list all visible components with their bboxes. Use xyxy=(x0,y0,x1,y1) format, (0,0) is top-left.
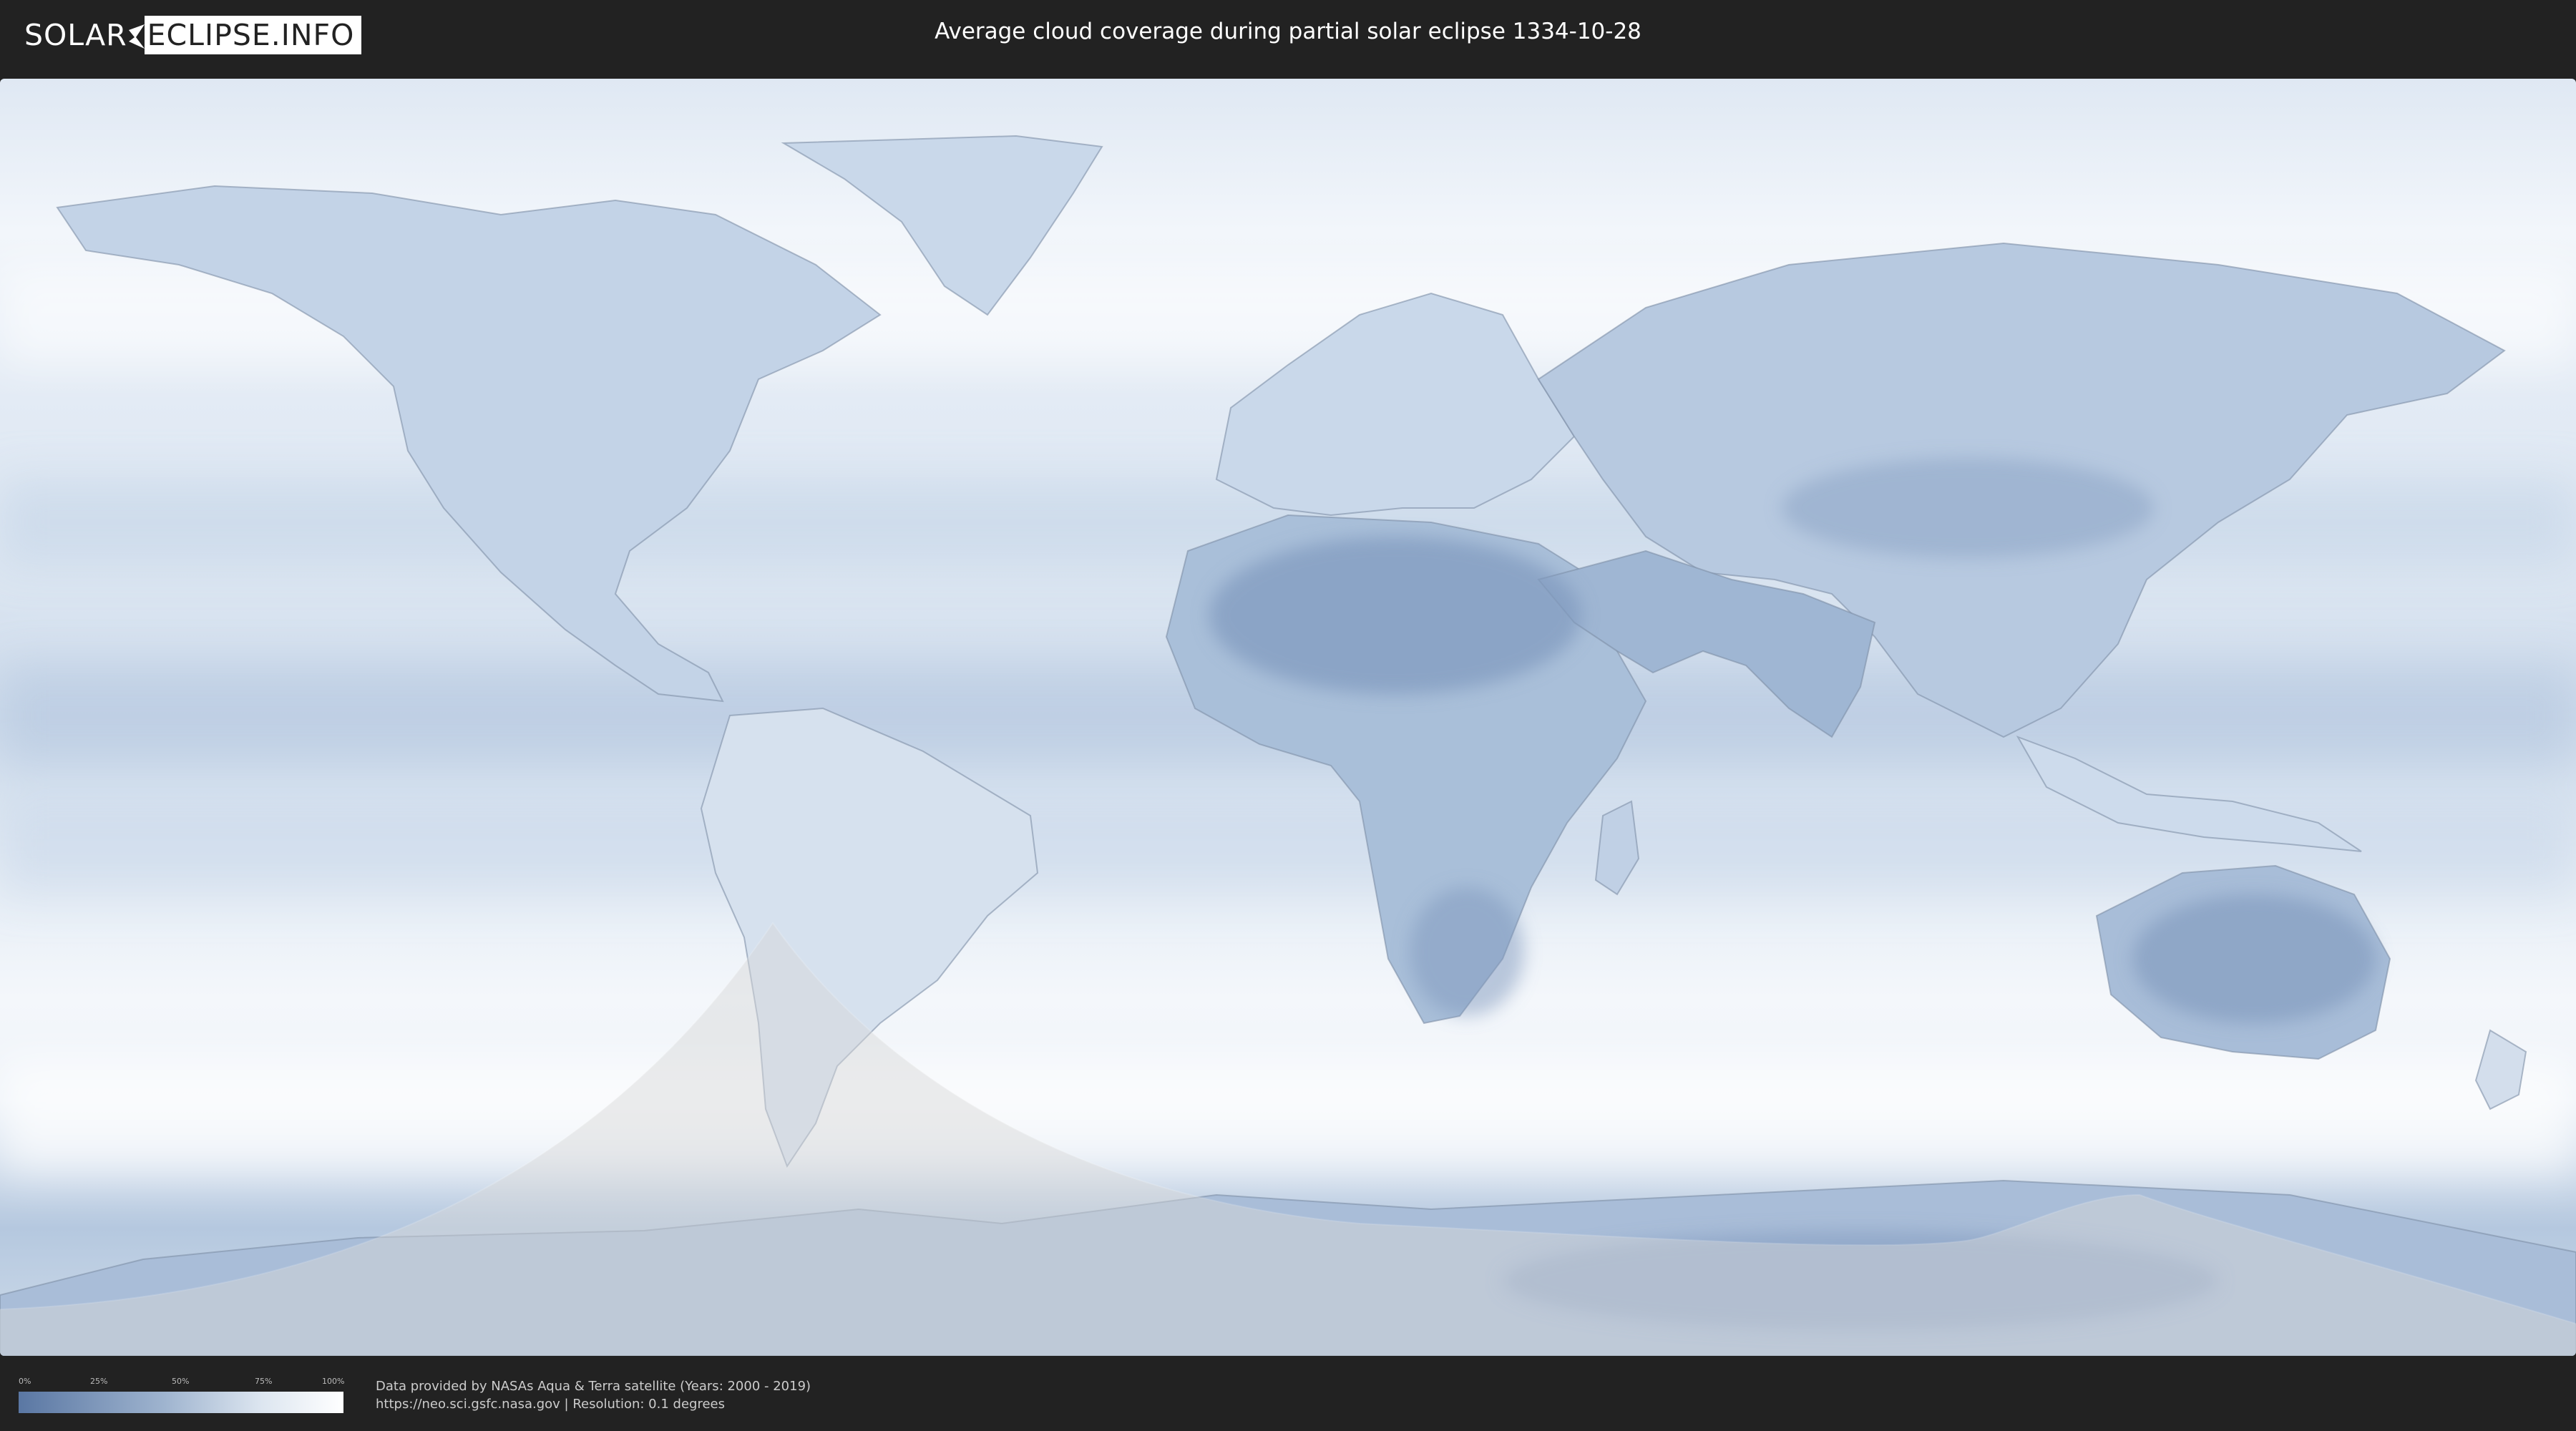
world-map-svg xyxy=(0,135,2576,1356)
legend-tick-50: 50% xyxy=(172,1377,190,1386)
cloud-coverage-legend-gradient xyxy=(19,1392,343,1413)
header-bar: SOLAR ECLIPSE.INFO Average cloud coverag… xyxy=(0,0,2576,72)
cloud-coverage-map[interactable] xyxy=(0,79,2576,1356)
credit-line-url[interactable]: https://neo.sci.gsfc.nasa.gov | Resoluti… xyxy=(376,1395,811,1413)
page-title: Average cloud coverage during partial so… xyxy=(935,19,1641,44)
legend-tick-0: 0% xyxy=(19,1377,31,1386)
data-credits: Data provided by NASAs Aqua & Terra sate… xyxy=(376,1377,811,1413)
legend-tick-75: 75% xyxy=(255,1377,273,1386)
legend-tick-100: 100% xyxy=(322,1377,345,1386)
legend-tick-labels: 0% 25% 50% 75% 100% xyxy=(19,1377,345,1387)
credit-line-source: Data provided by NASAs Aqua & Terra sate… xyxy=(376,1379,811,1394)
legend-tick-25: 25% xyxy=(90,1377,108,1386)
north-america xyxy=(56,185,882,703)
